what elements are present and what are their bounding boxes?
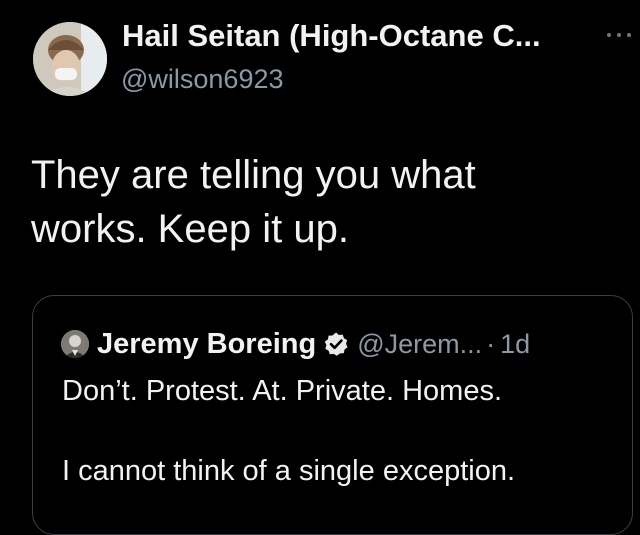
tweet-text: They are telling you what works. Keep it…	[31, 148, 621, 256]
quoted-tweet-timestamp[interactable]: 1d	[500, 329, 530, 360]
quoted-tweet-text: Don’t. Protest. At. Private. Homes. I ca…	[62, 371, 622, 491]
author-handle[interactable]: @wilson6923	[121, 64, 284, 95]
author-avatar[interactable]	[33, 22, 107, 96]
dot	[627, 33, 631, 37]
quoted-author-handle[interactable]: @Jerem...	[357, 329, 482, 360]
quoted-tweet-card[interactable]: Jeremy Boreing @Jerem... · 1d Don’t. Pro…	[32, 295, 633, 535]
quoted-tweet-header: Jeremy Boreing @Jerem... · 1d	[61, 326, 530, 362]
tweet-text-line: They are telling you what	[31, 153, 476, 197]
dot	[617, 33, 621, 37]
more-options-icon[interactable]	[607, 30, 631, 40]
user-avatar-photo-icon	[61, 330, 89, 358]
quoted-text-line: Don’t. Protest. At. Private. Homes.	[62, 375, 502, 407]
header-separator: ·	[486, 328, 496, 359]
dot	[607, 33, 611, 37]
quoted-text-line: I cannot think of a single exception.	[62, 455, 516, 487]
author-display-name[interactable]: Hail Seitan (High-Octane C...	[122, 18, 541, 54]
quoted-author-display-name[interactable]: Jeremy Boreing	[97, 328, 316, 361]
tweet-text-line: works. Keep it up.	[31, 207, 349, 251]
user-avatar-photo-icon	[33, 22, 107, 96]
quoted-author-avatar[interactable]	[61, 330, 89, 358]
verified-badge-icon	[325, 332, 348, 356]
tweet[interactable]: Hail Seitan (High-Octane C... @wilson692…	[0, 0, 640, 535]
